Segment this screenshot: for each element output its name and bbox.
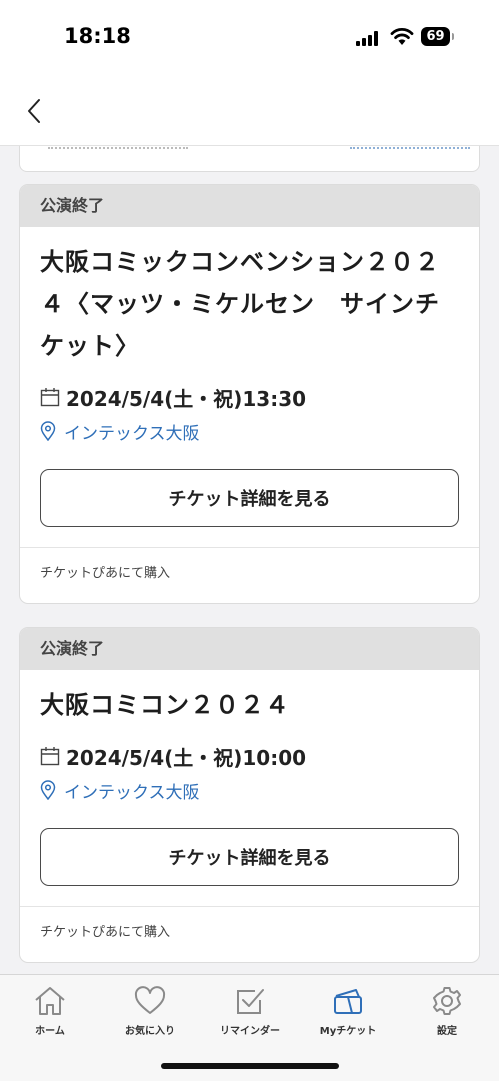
gear-icon xyxy=(433,987,461,1015)
tab-home[interactable]: ホーム xyxy=(5,985,95,1037)
cellular-signal-icon xyxy=(356,30,382,46)
location-pin-icon xyxy=(40,780,56,800)
ticket-card: 公演終了 大阪コミックコンベンション２０２４〈マッツ・ミケルセン サインチケット… xyxy=(19,184,480,604)
venue-link[interactable]: インテックス大阪 xyxy=(64,778,200,803)
venue-row[interactable]: インテックス大阪 xyxy=(40,417,479,445)
event-date: 2024/5/4(土・祝)13:30 xyxy=(66,386,307,411)
tab-label: Myチケット xyxy=(319,1026,377,1037)
tab-label: お気に入り xyxy=(125,1026,175,1037)
ticket-card: 公演終了 大阪コミコン２０２４ 2024/5/4(土・祝)10:00 インテック… xyxy=(19,627,480,963)
event-date: 2024/5/4(土・祝)10:00 xyxy=(66,745,307,770)
ticket-detail-button[interactable]: チケット詳細を見る xyxy=(40,828,459,886)
back-arrow-icon[interactable] xyxy=(22,97,48,125)
status-label: 公演終了 xyxy=(20,628,479,670)
purchase-source: チケットぴあにて購入 xyxy=(20,547,479,603)
calendar-icon xyxy=(40,388,60,407)
tab-favorites[interactable]: お気に入り xyxy=(105,985,195,1037)
event-title: 大阪コミコン２０２４ xyxy=(40,691,290,719)
status-time: 18:18 xyxy=(64,24,131,48)
tab-label: リマインダー xyxy=(220,1026,280,1037)
status-label: 公演終了 xyxy=(20,185,479,227)
home-icon xyxy=(35,987,65,1015)
tab-my-tickets[interactable]: Myチケット xyxy=(303,985,393,1037)
tab-label: 設定 xyxy=(437,1026,457,1037)
home-indicator xyxy=(161,1063,339,1069)
ticket-detail-button[interactable]: チケット詳細を見る xyxy=(40,469,459,527)
checkbox-icon xyxy=(237,989,264,1014)
battery-indicator: 69 xyxy=(421,27,454,46)
tab-label: ホーム xyxy=(35,1026,65,1037)
date-row: 2024/5/4(土・祝)10:00 xyxy=(40,742,479,770)
purchase-source: チケットぴあにて購入 xyxy=(20,906,479,962)
tab-reminder[interactable]: リマインダー xyxy=(205,985,295,1037)
venue-link[interactable]: インテックス大阪 xyxy=(64,419,200,444)
date-row: 2024/5/4(土・祝)13:30 xyxy=(40,383,479,411)
status-bar: 18:18 69 xyxy=(0,0,499,75)
ticket-icon xyxy=(334,989,362,1014)
ticket-list[interactable]: 公演終了 大阪コミックコンベンション２０２４〈マッツ・ミケルセン サインチケット… xyxy=(0,146,499,974)
calendar-icon xyxy=(40,747,60,766)
event-title: 大阪コミックコンベンション２０２４〈マッツ・ミケルセン サインチケット〉 xyxy=(40,248,440,360)
wifi-icon xyxy=(390,28,414,45)
previous-card-partial xyxy=(19,146,480,172)
heart-icon xyxy=(134,986,166,1014)
location-pin-icon xyxy=(40,421,56,441)
tab-settings[interactable]: 設定 xyxy=(402,985,492,1037)
venue-row[interactable]: インテックス大阪 xyxy=(40,776,479,804)
navigation-bar xyxy=(0,75,499,146)
